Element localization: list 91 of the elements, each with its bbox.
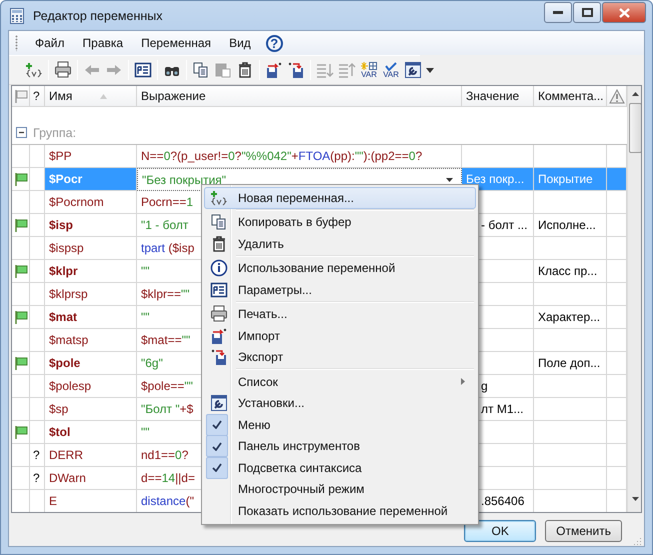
name-cell[interactable]: DERR (45, 444, 137, 467)
status-mark: ? (33, 471, 40, 485)
name-cell[interactable]: E (45, 490, 137, 512)
status-mark: ? (33, 448, 40, 462)
comment-cell: Поле доп... (534, 352, 607, 375)
dialog-button[interactable]: Отменить (545, 520, 622, 542)
new-variable-icon (210, 188, 228, 207)
parameters-icon (134, 61, 152, 79)
column-header[interactable]: Значение (462, 86, 534, 107)
table-cell (30, 283, 45, 306)
comment-cell: Исполне... (534, 214, 607, 237)
menu-item[interactable]: Использование переменной (204, 258, 476, 279)
collapse-icon[interactable] (16, 127, 27, 138)
printer-icon (210, 305, 228, 324)
menu-item[interactable]: Файл (26, 34, 74, 52)
maximize-button[interactable] (573, 2, 601, 23)
menu-item[interactable]: Подсветка синтаксиса (204, 457, 476, 478)
name-cell[interactable]: $ispsp (45, 237, 137, 260)
export-icon (210, 348, 228, 366)
sparkle-grid-icon (361, 62, 377, 70)
table-cell (30, 398, 45, 421)
new-variable-icon (25, 61, 43, 79)
new-variable-button[interactable]: VAR (358, 59, 380, 81)
menu-item[interactable]: Печать... (204, 304, 476, 325)
window-title: Редактор переменных (33, 8, 164, 22)
menu-item[interactable]: Правка (74, 34, 132, 52)
menu-item[interactable]: Панель инструментов (204, 436, 476, 457)
menu-item[interactable]: Импорт (204, 325, 476, 346)
name-cell[interactable]: $matsp (45, 329, 137, 352)
import-icon (210, 326, 228, 345)
parameters-icon (210, 280, 228, 299)
close-icon (618, 8, 630, 18)
flag-icon (14, 89, 28, 103)
comment-cell: Покрытие (534, 168, 607, 191)
name-cell[interactable]: $klpr (45, 260, 137, 283)
dropdown-icon[interactable] (446, 178, 453, 182)
printer-icon (54, 61, 72, 79)
value-cell: Без покр... (462, 168, 534, 191)
info-icon (210, 259, 228, 278)
name-cell[interactable]: DWarn (45, 467, 137, 490)
settings-icon (210, 394, 228, 412)
menu-item[interactable]: Параметры... (204, 279, 476, 300)
submenu-arrow-icon (461, 378, 465, 386)
column-header[interactable]: ? (30, 86, 45, 107)
menu-item[interactable]: Экспорт (204, 346, 476, 368)
calculator-icon (9, 8, 25, 24)
dropdown-icon (426, 68, 434, 72)
settings-button[interactable] (402, 59, 424, 81)
table-cell (30, 145, 45, 168)
import-icon (265, 61, 283, 79)
check-variables-button[interactable]: VAR (380, 59, 402, 81)
column-header[interactable]: Имя (45, 86, 137, 107)
menu-item[interactable]: Новая переменная... (204, 187, 476, 208)
copy-icon (192, 61, 210, 79)
minimize-button[interactable] (544, 2, 572, 23)
name-cell[interactable]: $isp (45, 214, 137, 237)
table-cell (30, 329, 45, 352)
minimize-icon (553, 11, 563, 14)
menu-item[interactable]: Переменная (132, 34, 220, 52)
close-button[interactable] (602, 2, 646, 23)
resize-grip-icon (632, 536, 642, 546)
name-cell[interactable]: $sp (45, 398, 137, 421)
table-cell (30, 375, 45, 398)
dialog-button[interactable]: OK (464, 520, 536, 542)
name-cell[interactable]: $polesp (45, 375, 137, 398)
name-cell[interactable]: $klprsp (45, 283, 137, 306)
table-cell (30, 191, 45, 214)
menu-item[interactable]: Вид (220, 34, 260, 52)
name-cell[interactable]: $mat (45, 306, 137, 329)
help-button[interactable]: ? (266, 34, 283, 52)
checkmark-icon (385, 62, 397, 70)
paste-icon (214, 61, 232, 79)
export-icon (287, 61, 305, 79)
name-cell[interactable]: $Pocrnom (45, 191, 137, 214)
trash-icon (236, 61, 254, 79)
warning-icon (609, 88, 625, 104)
maximize-icon (582, 8, 592, 17)
copy-icon (210, 213, 228, 232)
trash-icon (210, 234, 228, 253)
group-label: Группа: (33, 126, 76, 140)
column-header[interactable]: Выражение (137, 86, 462, 107)
comment-cell: Характер... (534, 306, 607, 329)
scrollbar-thumb[interactable] (629, 103, 641, 153)
name-cell[interactable]: $tol (45, 421, 137, 444)
name-cell[interactable]: $pole (45, 352, 137, 375)
comment-cell: Класс пр... (534, 260, 607, 283)
column-header[interactable]: Коммента... (534, 86, 607, 107)
expression-cell[interactable]: N==0?(p_user!=0?"%%042"+FTOA(pp):""):(pp2==0? (137, 145, 462, 168)
sort-up-icon (338, 61, 356, 79)
table-cell (30, 237, 45, 260)
sort-down-icon (316, 61, 334, 79)
